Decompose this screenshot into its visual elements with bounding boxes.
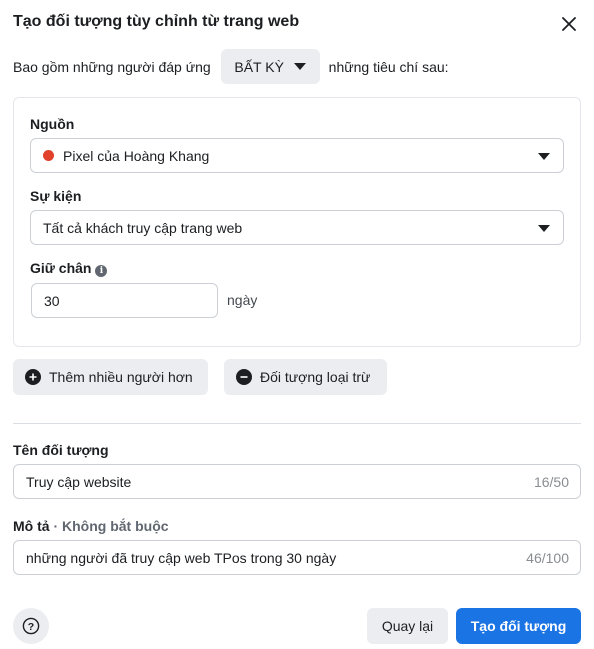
description-optional-label: · Không bắt buộc: [49, 518, 169, 534]
plus-circle-icon: [25, 369, 41, 385]
description-input[interactable]: những người đã truy cập web TPos trong 3…: [13, 540, 581, 575]
include-prefix: Bao gồm những người đáp ứng: [13, 58, 211, 75]
create-audience-button[interactable]: Tạo đối tượng: [456, 608, 581, 644]
retention-unit: ngày: [227, 292, 258, 308]
event-label: Sự kiện: [30, 188, 82, 204]
retention-days-input[interactable]: 30: [31, 283, 218, 318]
source-select[interactable]: Pixel của Hoàng Khang: [30, 138, 564, 173]
include-more-label: Thêm nhiều người hơn: [49, 369, 193, 385]
audience-name-value: Truy cập website: [26, 473, 132, 490]
caret-down-icon: [538, 153, 550, 160]
description-value: những người đã truy cập web TPos trong 3…: [26, 549, 337, 566]
retention-label: Giữ chân: [30, 260, 92, 276]
include-more-people-button[interactable]: Thêm nhiều người hơn: [13, 359, 208, 395]
pixel-status-dot-icon: [43, 150, 54, 161]
description-label: Mô tả: [13, 518, 50, 534]
custom-audience-dialog: Tạo đối tượng tùy chỉnh từ trang web Bao…: [0, 0, 594, 649]
source-value: Pixel của Hoàng Khang: [63, 147, 210, 164]
caret-down-icon: [538, 225, 550, 232]
exclude-audience-button[interactable]: Đối tượng loại trừ: [224, 359, 387, 395]
event-select[interactable]: Tất cả khách truy cập trang web: [30, 210, 564, 245]
retention-label-group: Giữ chân i: [30, 260, 108, 277]
include-suffix: những tiêu chí sau:: [328, 58, 449, 75]
dialog-title: Tạo đối tượng tùy chỉnh từ trang web: [13, 13, 300, 30]
minus-circle-icon: [236, 369, 252, 385]
include-criteria-row: Bao gồm những người đáp ứng BẤT KỲ những…: [13, 49, 449, 84]
help-button[interactable]: ?: [13, 608, 49, 644]
match-mode-dropdown[interactable]: BẤT KỲ: [220, 49, 320, 84]
criteria-card: Nguồn Pixel của Hoàng Khang Sự kiện Tất …: [13, 97, 581, 347]
help-glyph: ?: [28, 621, 34, 633]
source-label: Nguồn: [30, 116, 75, 132]
audience-name-counter: 16/50: [533, 474, 569, 490]
close-button[interactable]: [557, 12, 581, 36]
caret-down-icon: [293, 63, 306, 70]
info-icon[interactable]: i: [95, 265, 108, 277]
event-value: Tất cả khách truy cập trang web: [43, 219, 243, 236]
audience-name-label: Tên đối tượng: [13, 442, 109, 458]
description-counter: 46/100: [526, 550, 569, 566]
match-mode-label: BẤT KỲ: [234, 58, 284, 75]
exclude-label: Đối tượng loại trừ: [260, 369, 371, 385]
description-label-group: Mô tả · Không bắt buộc: [13, 518, 169, 534]
section-divider: [13, 423, 581, 424]
back-button[interactable]: Quay lại: [367, 608, 448, 644]
audience-name-input[interactable]: Truy cập website 16/50: [13, 464, 581, 499]
close-icon: [562, 17, 576, 31]
help-question-icon: ?: [22, 617, 40, 635]
